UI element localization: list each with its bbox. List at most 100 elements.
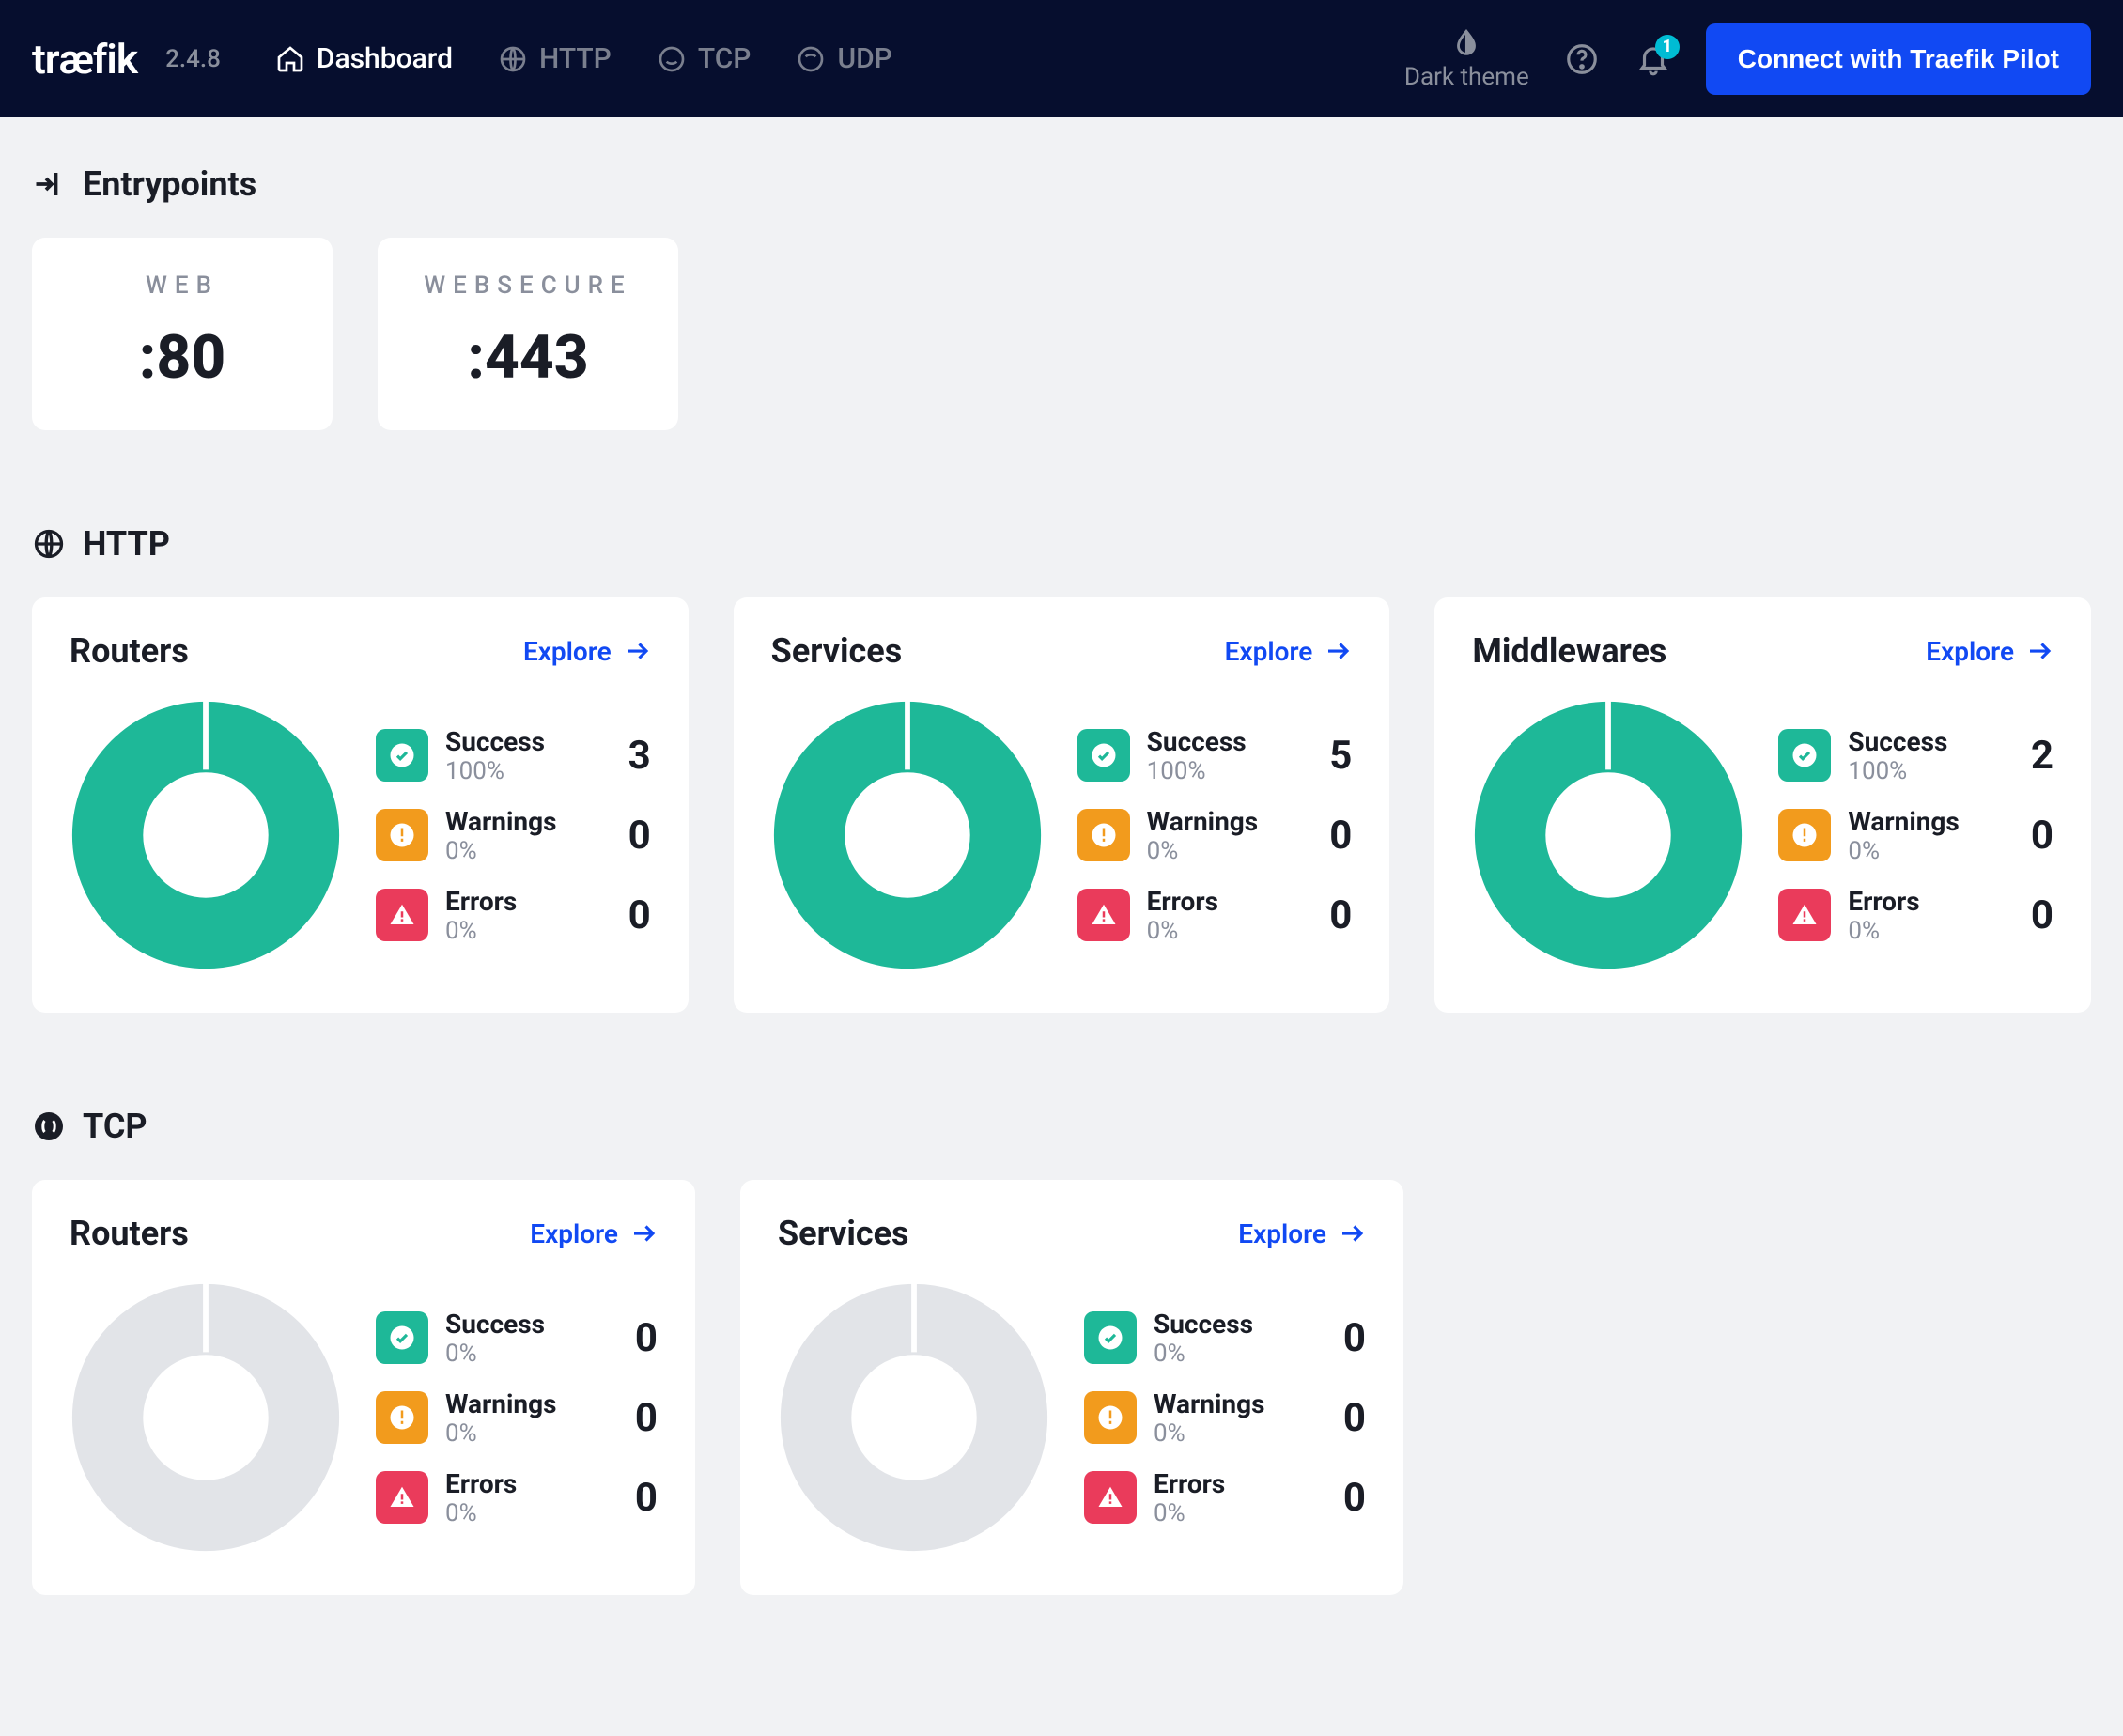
udp-icon	[796, 44, 826, 74]
warnings-label: Warnings	[1154, 1388, 1311, 1419]
explore-label: Explore	[1238, 1218, 1326, 1249]
explore-link[interactable]: Explore	[1238, 1218, 1366, 1249]
notifications-badge: 1	[1655, 35, 1680, 59]
stat-card: Middlewares Explore Success 100% 2	[1434, 597, 2091, 1013]
error-icon	[376, 1471, 428, 1524]
entrypoint-port: :443	[421, 322, 635, 393]
success-count: 0	[620, 1315, 658, 1361]
theme-toggle[interactable]: Dark theme	[1404, 27, 1529, 91]
entrypoint-port: :80	[75, 322, 289, 393]
nav-dashboard-label: Dashboard	[317, 42, 453, 75]
stat-card: Routers Explore Success 0% 0	[32, 1180, 695, 1595]
main-nav: Dashboard HTTP TCP UDP	[275, 42, 892, 75]
success-pct: 100%	[445, 757, 597, 785]
warnings-pct: 0%	[1147, 837, 1298, 865]
nav-tcp-label: TCP	[698, 42, 752, 75]
success-label: Success	[1848, 726, 1999, 757]
explore-link[interactable]: Explore	[530, 1218, 658, 1249]
errors-count: 0	[1328, 1475, 1366, 1521]
error-icon	[1077, 889, 1130, 941]
globe-icon	[32, 527, 66, 561]
warnings-label: Warnings	[445, 1388, 603, 1419]
success-pct: 100%	[1848, 757, 1999, 785]
success-icon	[1778, 729, 1831, 782]
errors-label: Errors	[1154, 1468, 1311, 1499]
success-label: Success	[1147, 726, 1298, 757]
errors-pct: 0%	[445, 917, 597, 945]
entrypoint-name: WEB	[75, 271, 289, 300]
stat-card: Routers Explore Success 100% 3	[32, 597, 689, 1013]
warnings-count: 0	[1314, 813, 1352, 859]
explore-link[interactable]: Explore	[1926, 636, 2053, 667]
success-icon	[376, 729, 428, 782]
card-title: Routers	[70, 1214, 189, 1253]
help-icon	[1564, 41, 1600, 77]
warnings-label: Warnings	[1848, 806, 1999, 837]
warnings-pct: 0%	[1848, 837, 1999, 865]
error-icon	[1084, 1471, 1137, 1524]
nav-http-label: HTTP	[539, 42, 612, 75]
warnings-count: 0	[2016, 813, 2053, 859]
entrypoints-icon	[32, 167, 66, 201]
success-icon	[376, 1311, 428, 1364]
arrow-right-icon	[629, 1219, 658, 1248]
help-button[interactable]	[1563, 40, 1601, 78]
http-cards-row: Routers Explore Success 100% 3	[32, 597, 2091, 1013]
version-label: 2.4.8	[165, 45, 221, 73]
theme-label: Dark theme	[1404, 63, 1529, 91]
tcp-cards-row: Routers Explore Success 0% 0	[32, 1180, 2091, 1595]
warning-icon	[376, 1391, 428, 1444]
success-count: 5	[1314, 733, 1352, 779]
tcp-icon	[32, 1109, 66, 1143]
home-icon	[275, 44, 305, 74]
errors-pct: 0%	[1848, 917, 1999, 945]
success-pct: 0%	[1154, 1340, 1311, 1368]
success-label: Success	[445, 1309, 603, 1340]
globe-icon	[498, 44, 528, 74]
success-pct: 0%	[445, 1340, 603, 1368]
entrypoints-header: Entrypoints	[32, 164, 2091, 204]
explore-label: Explore	[1926, 636, 2014, 667]
tcp-icon	[657, 44, 687, 74]
notifications-button[interactable]: 1	[1635, 40, 1672, 78]
explore-label: Explore	[523, 636, 612, 667]
nav-tcp[interactable]: TCP	[657, 42, 752, 75]
arrow-right-icon	[623, 637, 651, 665]
nav-http[interactable]: HTTP	[498, 42, 612, 75]
connect-pilot-button[interactable]: Connect with Traefik Pilot	[1706, 23, 2091, 95]
tcp-title: TCP	[83, 1107, 147, 1146]
card-title: Services	[778, 1214, 909, 1253]
entrypoint-card: WEBSECURE :443	[378, 238, 678, 430]
warnings-count: 0	[1328, 1395, 1366, 1441]
errors-pct: 0%	[1147, 917, 1298, 945]
success-label: Success	[1154, 1309, 1311, 1340]
explore-link[interactable]: Explore	[523, 636, 651, 667]
warnings-pct: 0%	[445, 837, 597, 865]
error-icon	[376, 889, 428, 941]
header-right: Dark theme 1 Connect with Traefik Pilot	[1404, 23, 2091, 95]
success-count: 3	[613, 733, 651, 779]
http-title: HTTP	[83, 524, 170, 564]
success-label: Success	[445, 726, 597, 757]
arrow-right-icon	[1338, 1219, 1366, 1248]
warning-icon	[376, 809, 428, 861]
entrypoints-row: WEB :80 WEBSECURE :443	[32, 238, 2091, 430]
nav-udp[interactable]: UDP	[796, 42, 891, 75]
entrypoints-title: Entrypoints	[83, 164, 256, 204]
arrow-right-icon	[2025, 637, 2053, 665]
explore-label: Explore	[1225, 636, 1313, 667]
warnings-count: 0	[620, 1395, 658, 1441]
droplet-icon	[1450, 27, 1482, 59]
card-title: Services	[771, 631, 903, 671]
nav-dashboard[interactable]: Dashboard	[275, 42, 453, 75]
card-title: Routers	[70, 631, 189, 671]
success-icon	[1084, 1311, 1137, 1364]
app-header: træfik 2.4.8 Dashboard HTTP TCP UDP	[0, 0, 2123, 117]
errors-label: Errors	[445, 886, 597, 917]
stat-card: Services Explore Success 100% 5	[734, 597, 1390, 1013]
errors-count: 0	[2016, 892, 2053, 938]
success-icon	[1077, 729, 1130, 782]
stat-card: Services Explore Success 0% 0	[740, 1180, 1403, 1595]
warning-icon	[1077, 809, 1130, 861]
explore-link[interactable]: Explore	[1225, 636, 1353, 667]
